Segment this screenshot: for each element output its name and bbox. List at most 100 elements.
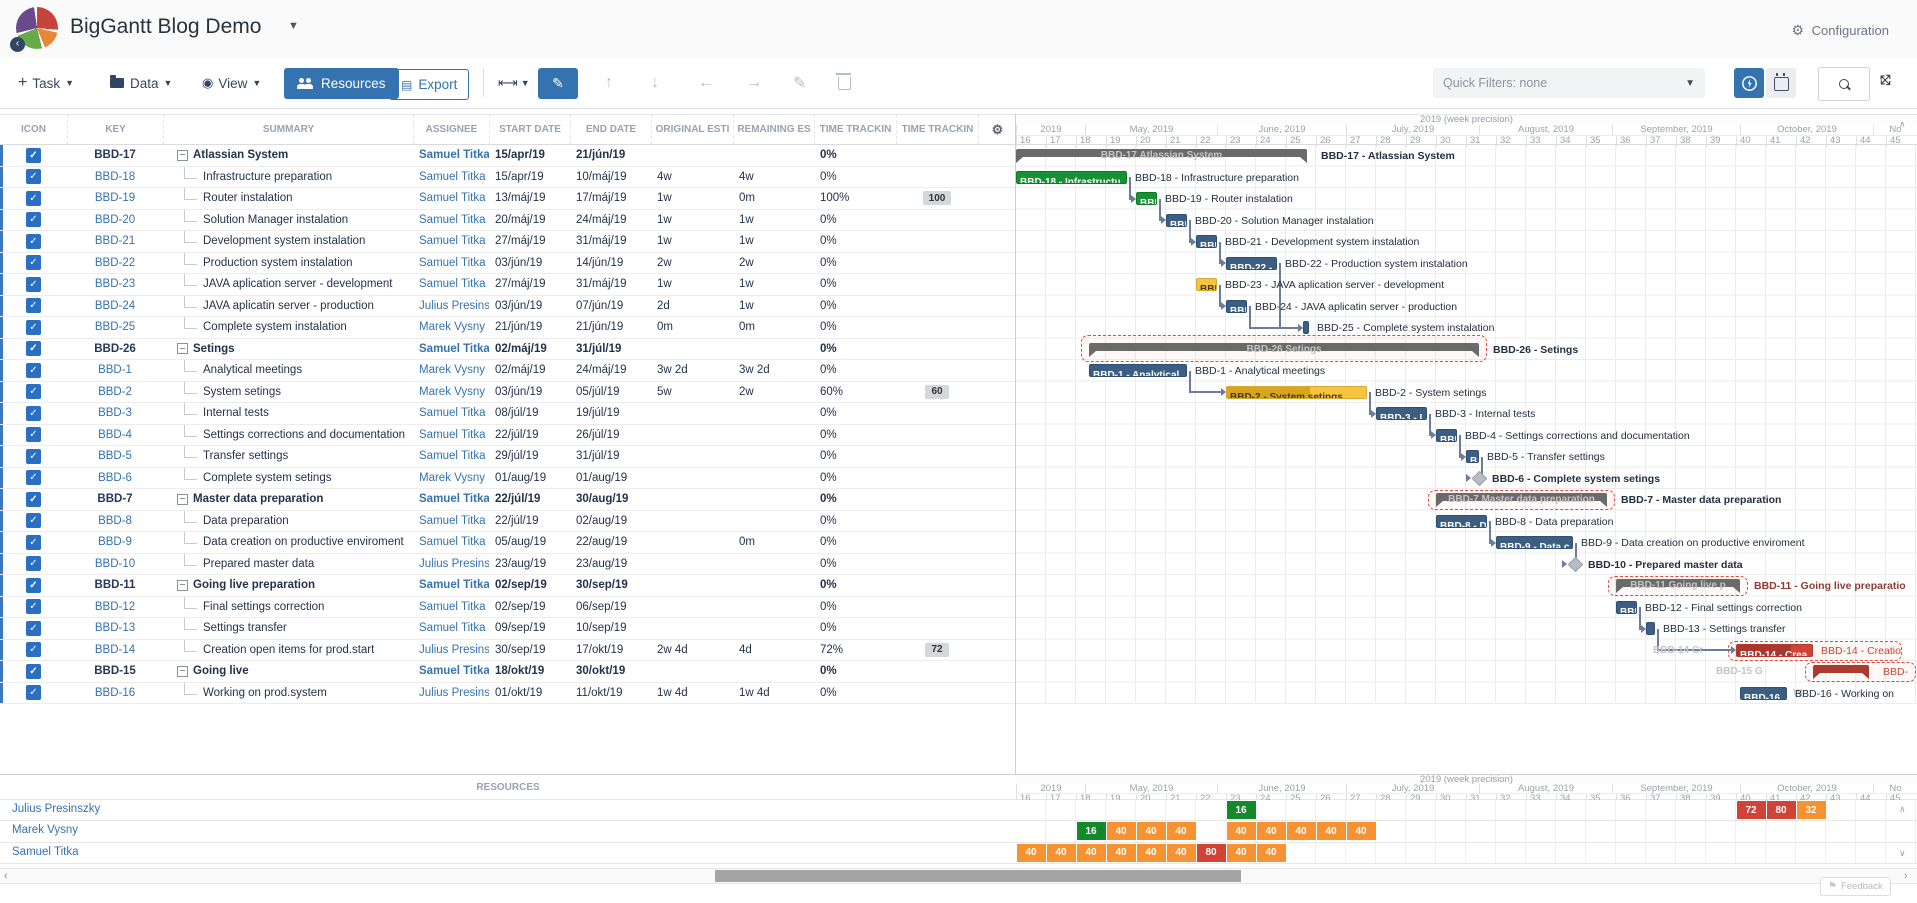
- table-row-BBD-8[interactable]: ✓BBD-8Data preparationSamuel Titka22/júl…: [0, 511, 1016, 533]
- scroll-left-icon[interactable]: ‹: [4, 870, 8, 882]
- collapse-icon[interactable]: [177, 666, 188, 677]
- table-row-BBD-16[interactable]: ✓BBD-16Working on prod.systemJulius Pres…: [0, 683, 1016, 705]
- table-row-BBD-17[interactable]: ✓BBD-17Atlassian SystemSamuel Titka15/ap…: [0, 145, 1016, 167]
- issue-key-link[interactable]: BBD-17: [67, 149, 163, 161]
- table-row-BBD-26[interactable]: ✓BBD-26SetingsSamuel Titka02/máj/1931/jú…: [0, 339, 1016, 361]
- edit-task-button[interactable]: ✎: [793, 58, 806, 108]
- resources-button[interactable]: Resources: [284, 68, 399, 99]
- issue-key-link[interactable]: BBD-1: [67, 364, 163, 376]
- resource-name-link[interactable]: Julius Presinszky: [12, 803, 100, 815]
- row-checkbox[interactable]: ✓: [26, 148, 41, 163]
- row-checkbox[interactable]: ✓: [26, 298, 41, 313]
- collapse-icon[interactable]: [177, 150, 188, 161]
- table-row-BBD-5[interactable]: ✓BBD-5Transfer settingsSamuel Titka29/jú…: [0, 446, 1016, 468]
- row-checkbox[interactable]: ✓: [26, 578, 41, 593]
- column-header-icon[interactable]: ICON: [0, 115, 67, 144]
- table-row-BBD-25[interactable]: ✓BBD-25Complete system instalationMarek …: [0, 317, 1016, 339]
- gantt-milestone-BBD-10[interactable]: [1568, 556, 1584, 572]
- table-row-BBD-2[interactable]: ✓BBD-2System setingsMarek Vysny03/jún/19…: [0, 382, 1016, 404]
- issue-key-link[interactable]: BBD-8: [67, 515, 163, 527]
- gantt-bar-BBD-2[interactable]: BBD-2 - System setings: [1226, 386, 1367, 399]
- row-checkbox[interactable]: ✓: [26, 492, 41, 507]
- row-checkbox[interactable]: ✓: [26, 621, 41, 636]
- row-checkbox[interactable]: ✓: [26, 427, 41, 442]
- table-row-BBD-18[interactable]: ✓BBD-18Infrastructure preparationSamuel …: [0, 167, 1016, 189]
- gantt-bar-BBD-13[interactable]: [1646, 622, 1655, 635]
- scale-mode-button[interactable]: ⇤⇥▼: [498, 58, 530, 108]
- issue-key-link[interactable]: BBD-15: [67, 665, 163, 677]
- search-button[interactable]: [1818, 67, 1870, 101]
- row-checkbox[interactable]: ✓: [26, 599, 41, 614]
- row-checkbox[interactable]: ✓: [26, 406, 41, 421]
- indent-button[interactable]: →: [746, 58, 762, 108]
- gantt-bar-BBD-24[interactable]: BBI: [1226, 300, 1247, 313]
- gantt-bar-BBD-23[interactable]: BBI: [1196, 278, 1217, 291]
- resources-scroll-down-icon[interactable]: ∨: [1899, 848, 1906, 859]
- data-button[interactable]: Data▼: [110, 58, 172, 108]
- export-button[interactable]: ▤ Export: [389, 69, 469, 100]
- issue-key-link[interactable]: BBD-12: [67, 601, 163, 613]
- feedback-button[interactable]: ⚑ Feedback: [1820, 877, 1891, 896]
- row-checkbox[interactable]: ✓: [26, 470, 41, 485]
- row-checkbox[interactable]: ✓: [26, 191, 41, 206]
- column-header-original-esti[interactable]: ORIGINAL ESTI: [651, 115, 733, 144]
- calendar-button[interactable]: [1766, 68, 1796, 98]
- table-settings-gear-icon[interactable]: ⚙: [979, 122, 1016, 138]
- resource-name-link[interactable]: Samuel Titka: [12, 846, 78, 858]
- column-header-summary[interactable]: SUMMARY: [163, 115, 413, 144]
- gantt-bar-BBD-20[interactable]: BBI: [1166, 214, 1187, 227]
- table-row-BBD-10[interactable]: ✓BBD-10Prepared master dataJulius Presin…: [0, 554, 1016, 576]
- outdent-button[interactable]: ←: [698, 58, 714, 108]
- issue-key-link[interactable]: BBD-13: [67, 622, 163, 634]
- gantt-bar-BBD-18[interactable]: BBD-18 - Infrastructu: [1016, 171, 1127, 184]
- gantt-bar-BBD-21[interactable]: BBI: [1196, 235, 1217, 248]
- column-header-time-trackin[interactable]: TIME TRACKIN: [814, 115, 896, 144]
- row-checkbox[interactable]: ✓: [26, 664, 41, 679]
- row-checkbox[interactable]: ✓: [26, 234, 41, 249]
- column-header-remaining-es[interactable]: REMAINING ES: [733, 115, 814, 144]
- issue-key-link[interactable]: BBD-19: [67, 192, 163, 204]
- column-header-assignee[interactable]: ASSIGNEE: [413, 115, 489, 144]
- column-header-start-date[interactable]: START DATE: [489, 115, 570, 144]
- table-row-BBD-20[interactable]: ✓BBD-20Solution Manager instalationSamue…: [0, 210, 1016, 232]
- issue-key-link[interactable]: BBD-9: [67, 536, 163, 548]
- issue-key-link[interactable]: BBD-5: [67, 450, 163, 462]
- table-row-BBD-12[interactable]: ✓BBD-12Final settings correctionSamuel T…: [0, 597, 1016, 619]
- issue-key-link[interactable]: BBD-2: [67, 386, 163, 398]
- collapse-icon[interactable]: [177, 343, 188, 354]
- critical-path-button[interactable]: [1734, 68, 1764, 98]
- gantt-bar-BBD-8[interactable]: BBD-8 - D: [1436, 515, 1487, 528]
- gantt-bar-BBD-25[interactable]: [1303, 321, 1309, 334]
- resources-scroll-up-icon[interactable]: ∧: [1899, 804, 1906, 815]
- gantt-bar-BBD-16[interactable]: BBD-16: [1740, 687, 1787, 700]
- table-row-BBD-15[interactable]: ✓BBD-15Going liveSamuel Titka18/okt/1930…: [0, 661, 1016, 683]
- row-checkbox[interactable]: ✓: [26, 320, 41, 335]
- gantt-bar-BBD-9[interactable]: BBD-9 - Data c: [1496, 536, 1573, 549]
- row-checkbox[interactable]: ✓: [26, 642, 41, 657]
- issue-key-link[interactable]: BBD-16: [67, 687, 163, 699]
- column-header-key[interactable]: KEY: [67, 115, 163, 144]
- row-checkbox[interactable]: ✓: [26, 556, 41, 571]
- edit-mode-button[interactable]: ✎: [538, 68, 578, 99]
- gantt-bar-BBD-19[interactable]: BBI: [1136, 192, 1157, 205]
- gantt-bar-BBD-14[interactable]: BBD-14 - Crea: [1736, 644, 1813, 657]
- issue-key-link[interactable]: BBD-11: [67, 579, 163, 591]
- issue-key-link[interactable]: BBD-7: [67, 493, 163, 505]
- issue-key-link[interactable]: BBD-22: [67, 257, 163, 269]
- gantt-milestone-BBD-6[interactable]: [1472, 470, 1488, 486]
- row-checkbox[interactable]: ✓: [26, 363, 41, 378]
- gantt-bar-BBD-1[interactable]: BBD-1 - Analytical: [1089, 364, 1187, 377]
- table-row-BBD-14[interactable]: ✓BBD-14Creation open items for prod.star…: [0, 640, 1016, 662]
- table-row-BBD-4[interactable]: ✓BBD-4Settings corrections and documenta…: [0, 425, 1016, 447]
- issue-key-link[interactable]: BBD-21: [67, 235, 163, 247]
- gantt-bar-BBD-5[interactable]: BI: [1466, 450, 1479, 463]
- issue-key-link[interactable]: BBD-26: [67, 343, 163, 355]
- table-row-BBD-19[interactable]: ✓BBD-19Router instalationSamuel Titka13/…: [0, 188, 1016, 210]
- configuration-button[interactable]: ⚙ Configuration: [1791, 22, 1889, 39]
- quick-filters-dropdown[interactable]: Quick Filters: none ▼: [1433, 68, 1705, 98]
- row-checkbox[interactable]: ✓: [26, 277, 41, 292]
- table-row-BBD-13[interactable]: ✓BBD-13Settings transferSamuel Titka09/s…: [0, 618, 1016, 640]
- gantt-bar-BBD-12[interactable]: BBI: [1616, 601, 1637, 614]
- column-header-gear[interactable]: ⚙: [978, 115, 1016, 144]
- resource-name-link[interactable]: Marek Vysny: [12, 824, 78, 836]
